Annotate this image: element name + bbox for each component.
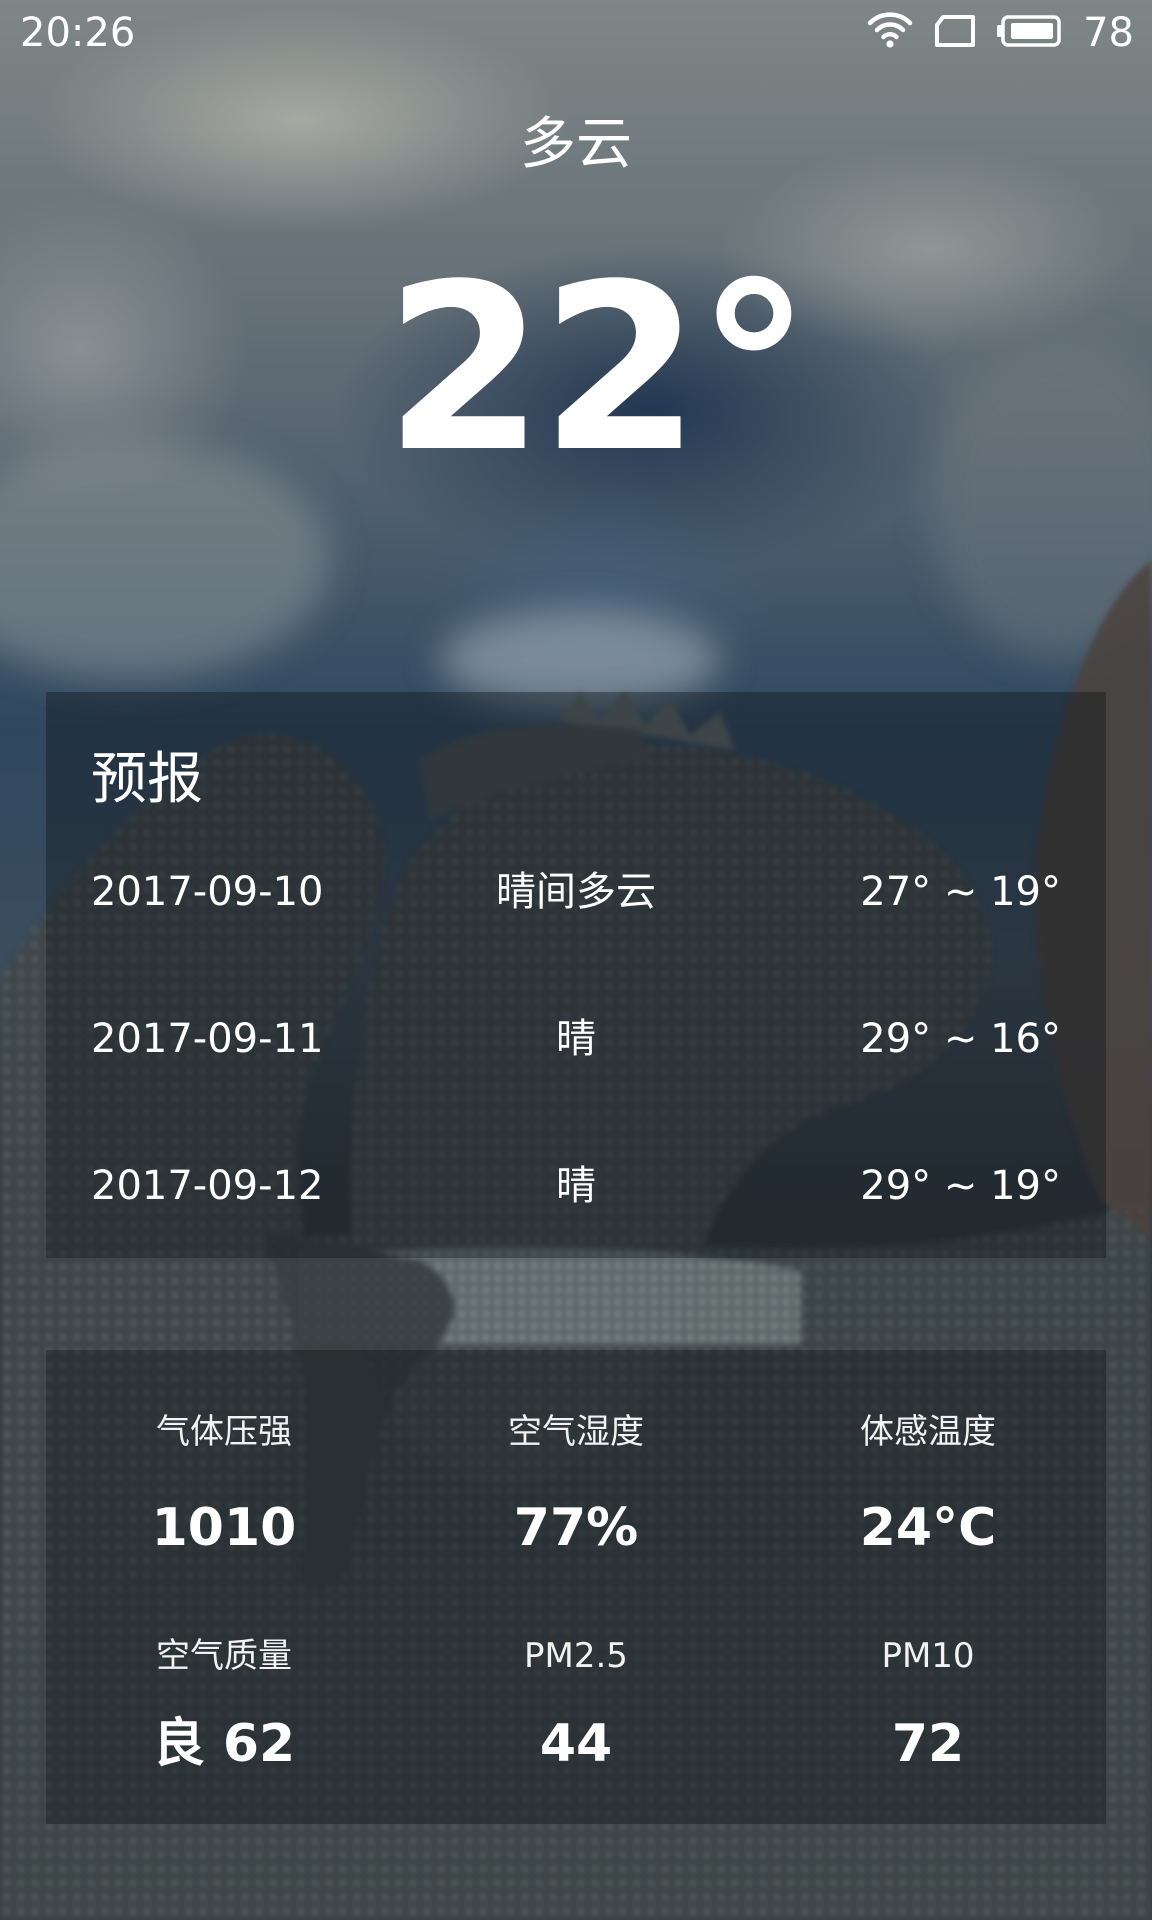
- forecast-title: 预报: [91, 747, 203, 812]
- detail-pm10: PM10 72: [768, 1634, 1088, 1776]
- sim-card-icon: [933, 14, 977, 52]
- current-weather-description: 多云: [520, 112, 632, 177]
- detail-pm25: PM2.5 44: [416, 1634, 736, 1776]
- detail-value: 1010: [151, 1498, 297, 1558]
- status-icons: 78: [867, 8, 1134, 58]
- detail-label: 空气湿度: [508, 1412, 644, 1452]
- detail-label: 体感温度: [860, 1412, 996, 1452]
- forecast-condition: 晴: [556, 1163, 596, 1209]
- forecast-date: 2017-09-10: [91, 869, 324, 915]
- detail-value: 77%: [513, 1498, 639, 1558]
- detail-humidity: 空气湿度 77%: [416, 1410, 736, 1560]
- forecast-temp-range: 27° ~ 19°: [860, 869, 1061, 915]
- forecast-date: 2017-09-12: [91, 1163, 324, 1209]
- forecast-date: 2017-09-11: [91, 1016, 324, 1062]
- forecast-condition: 晴: [556, 1016, 596, 1062]
- details-panel: 气体压强 1010 空气湿度 77% 体感温度 24°C 空气质量 良 62 P…: [46, 1350, 1106, 1824]
- detail-label: 气体压强: [156, 1412, 292, 1452]
- forecast-temp-range: 29° ~ 16°: [860, 1016, 1061, 1062]
- weather-screen: 20:26 78 多云 22° 预报 2017-09-10 晴间多云 27° ~…: [0, 0, 1152, 1920]
- detail-feels-like: 体感温度 24°C: [768, 1410, 1088, 1560]
- detail-label: PM10: [881, 1636, 975, 1676]
- battery-icon: [997, 14, 1063, 52]
- detail-value: 良 62: [152, 1714, 296, 1774]
- status-bar: 20:26 78: [0, 0, 1152, 66]
- detail-label: 空气质量: [156, 1636, 292, 1676]
- detail-label: PM2.5: [524, 1636, 628, 1676]
- forecast-row: 2017-09-10 晴间多云 27° ~ 19°: [91, 862, 1061, 922]
- forecast-row: 2017-09-11 晴 29° ~ 16°: [91, 1009, 1061, 1069]
- current-temperature: 22°: [0, 240, 1152, 500]
- forecast-temp-range: 29° ~ 19°: [860, 1163, 1061, 1209]
- forecast-panel: 预报 2017-09-10 晴间多云 27° ~ 19° 2017-09-11 …: [46, 692, 1106, 1258]
- detail-value: 72: [891, 1714, 965, 1774]
- battery-percent: 78: [1083, 10, 1134, 56]
- wifi-icon: [867, 11, 913, 55]
- forecast-row: 2017-09-12 晴 29° ~ 19°: [91, 1156, 1061, 1216]
- detail-value: 24°C: [859, 1498, 997, 1558]
- status-time: 20:26: [20, 10, 136, 56]
- detail-pressure: 气体压强 1010: [64, 1410, 384, 1560]
- detail-value: 44: [539, 1714, 613, 1774]
- forecast-condition: 晴间多云: [496, 869, 656, 915]
- current-temperature-value: 22°: [384, 236, 811, 503]
- detail-air-quality: 空气质量 良 62: [64, 1634, 384, 1776]
